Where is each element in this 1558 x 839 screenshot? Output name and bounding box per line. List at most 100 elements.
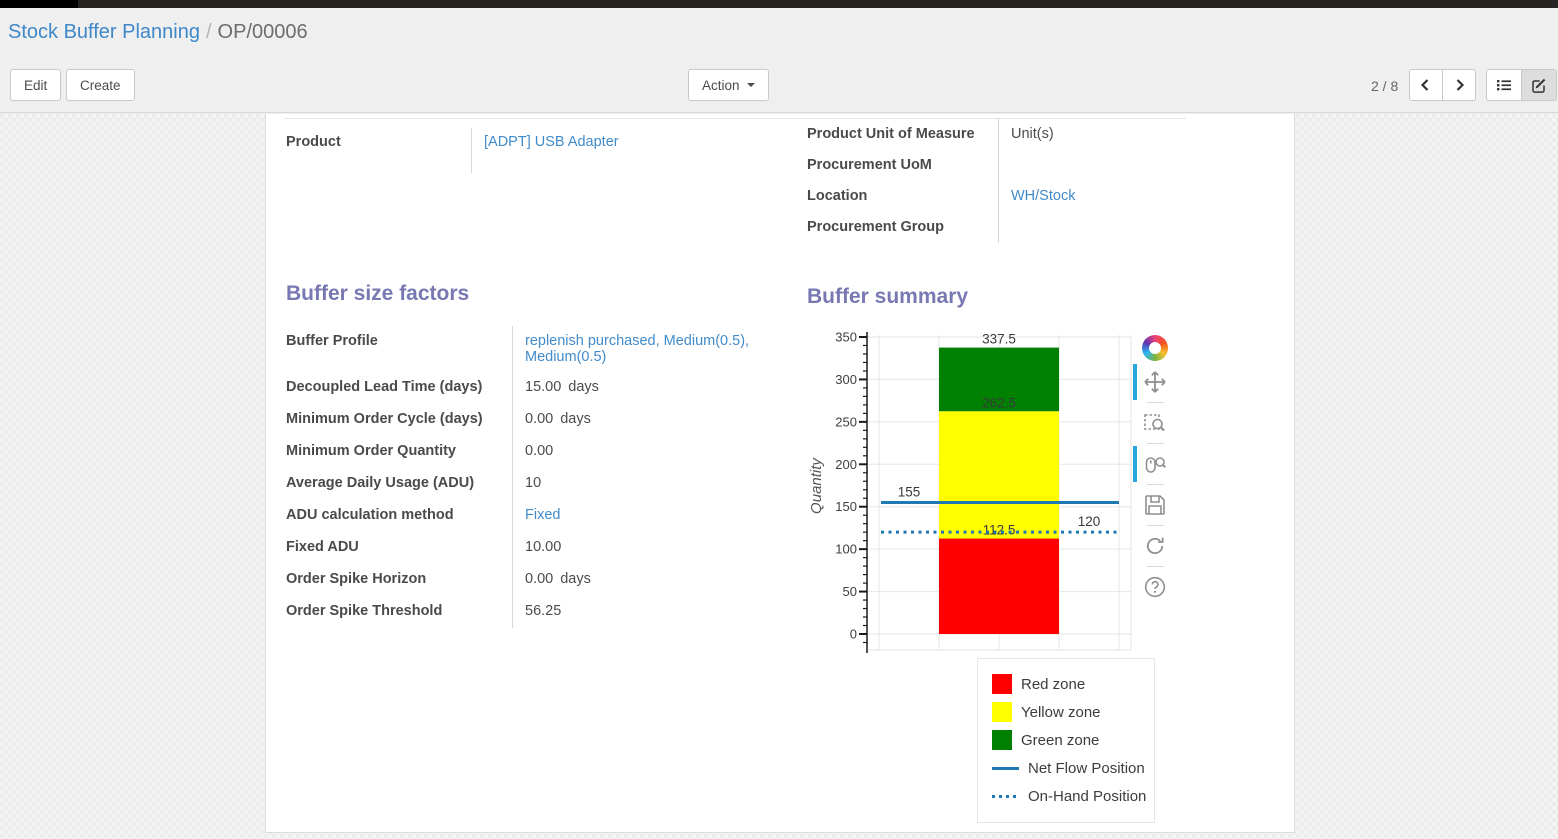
fixed-adu-label: Fixed ADU — [286, 532, 512, 564]
adu-label: Average Daily Usage (ADU) — [286, 468, 512, 500]
breadcrumb-parent-link[interactable]: Stock Buffer Planning — [8, 21, 200, 43]
yellow-zone-bar — [939, 411, 1059, 538]
moc-suffix: days — [560, 411, 591, 427]
bokeh-toolbar — [1138, 331, 1172, 604]
y-tick-label: 150 — [835, 499, 857, 514]
y-tick-label: 100 — [835, 542, 857, 557]
buffer-chart-svg[interactable]: 112.5262.5337.51551200501001502002503003… — [801, 330, 1169, 660]
chevron-left-icon — [1418, 77, 1434, 93]
y-tick-label: 250 — [835, 414, 857, 429]
dlt-value: 15.00days — [512, 372, 766, 404]
legend-label: On-Hand Position — [1028, 788, 1146, 805]
location-value: WH/Stock — [998, 181, 1207, 212]
moq-value: 0.00 — [512, 436, 766, 468]
spike-horizon-label: Order Spike Horizon — [286, 564, 512, 596]
toolbar-separator — [1147, 566, 1164, 567]
chevron-right-icon — [1451, 77, 1467, 93]
legend-item-yellow-zone: Yellow zone — [992, 698, 1148, 726]
on-hand-position-swatch — [992, 795, 1019, 798]
view-switcher — [1486, 69, 1557, 101]
y-tick-label: 0 — [850, 627, 857, 642]
buffer-profile-link[interactable]: replenish purchased, Medium(0.5), Medium… — [525, 333, 749, 365]
procurement-group-label: Procurement Group — [807, 212, 998, 243]
bokeh-logo — [1142, 335, 1168, 361]
product-uom-label: Product Unit of Measure — [807, 119, 998, 150]
buffer-size-factors-table: Buffer Profile replenish purchased, Medi… — [286, 326, 766, 628]
procurement-group-value — [998, 212, 1207, 243]
help-tool-icon[interactable] — [1142, 574, 1168, 600]
green-zone-swatch — [992, 730, 1012, 750]
control-panel: Stock Buffer Planning/OP/00006 Edit Crea… — [0, 8, 1558, 113]
buffer-size-factors-title: Buffer size factors — [286, 282, 469, 306]
product-uom-value: Unit(s) — [998, 119, 1207, 150]
y-tick-label: 50 — [843, 584, 857, 599]
form-sheet: Product [ADPT] USB Adapter Product Unit … — [265, 114, 1295, 833]
adu-method-link[interactable]: Fixed — [525, 507, 560, 523]
pan-tool-icon[interactable] — [1142, 369, 1168, 395]
pager-counter: 2 / 8 — [1371, 78, 1398, 94]
bokeh-logo-icon[interactable] — [1142, 335, 1168, 361]
procurement-uom-value — [998, 150, 1207, 181]
legend-label: Green zone — [1021, 732, 1099, 749]
zone-top-value: 112.5 — [983, 523, 1016, 538]
location-label: Location — [807, 181, 998, 212]
product-value: [ADPT] USB Adapter — [471, 128, 786, 173]
legend-item-on-hand-position: On-Hand Position — [992, 782, 1148, 810]
top-bar — [0, 0, 1558, 8]
toolbar-separator — [1147, 402, 1164, 403]
create-button[interactable]: Create — [66, 69, 135, 101]
box-zoom-tool-icon[interactable] — [1142, 410, 1168, 436]
spike-threshold-label: Order Spike Threshold — [286, 596, 512, 628]
breadcrumb-current: OP/00006 — [218, 21, 308, 43]
pager-buttons — [1409, 69, 1476, 101]
toolbar-separator — [1147, 525, 1164, 526]
form-view-button[interactable] — [1521, 69, 1557, 101]
dlt-label: Decoupled Lead Time (days) — [286, 372, 512, 404]
red-zone-bar — [939, 539, 1059, 634]
pager-previous-button[interactable] — [1409, 69, 1443, 101]
action-dropdown-button[interactable]: Action — [688, 69, 769, 101]
toolbar-separator — [1147, 443, 1164, 444]
measure-field-group: Product Unit of Measure Unit(s) Procurem… — [807, 119, 1207, 243]
legend-label: Red zone — [1021, 676, 1085, 693]
list-icon — [1496, 77, 1512, 93]
adu-value: 10 — [512, 468, 766, 500]
list-view-button[interactable] — [1486, 69, 1522, 101]
spike-threshold-value: 56.25 — [512, 596, 766, 628]
legend-item-net-flow-position: Net Flow Position — [992, 754, 1148, 782]
wheel-zoom-tool-icon[interactable] — [1142, 451, 1168, 477]
caret-down-icon — [747, 83, 755, 87]
legend-item-red-zone: Red zone — [992, 670, 1148, 698]
y-axis-label: Quantity — [808, 457, 825, 514]
procurement-uom-label: Procurement UoM — [807, 150, 998, 181]
moq-label: Minimum Order Quantity — [286, 436, 512, 468]
buffer-profile-label: Buffer Profile — [286, 326, 512, 372]
edit-button[interactable]: Edit — [10, 69, 61, 101]
legend-label: Net Flow Position — [1028, 760, 1145, 777]
save-tool-icon[interactable] — [1142, 492, 1168, 518]
zone-top-value: 337.5 — [982, 332, 1016, 347]
product-link[interactable]: [ADPT] USB Adapter — [484, 134, 619, 150]
stock-buffer-planning-page: Stock Buffer Planning/OP/00006 Edit Crea… — [0, 0, 1558, 839]
chart-legend: Red zone Yellow zone Green zone Net Flow Po… — [977, 658, 1155, 823]
line-value-label: 120 — [1078, 514, 1101, 529]
adu-method-label: ADU calculation method — [286, 500, 512, 532]
fixed-adu-value: 10.00 — [512, 532, 766, 564]
moc-number: 0.00 — [525, 411, 553, 427]
zone-top-value: 262.5 — [982, 395, 1016, 410]
y-tick-label: 200 — [835, 457, 857, 472]
location-link[interactable]: WH/Stock — [1011, 188, 1075, 204]
legend-label: Yellow zone — [1021, 704, 1101, 721]
pager-next-button[interactable] — [1442, 69, 1476, 101]
legend-item-green-zone: Green zone — [992, 726, 1148, 754]
buffer-summary-title: Buffer summary — [807, 285, 968, 309]
spike-horizon-number: 0.00 — [525, 571, 553, 587]
toolbar-separator — [1147, 484, 1164, 485]
top-bar-left-segment — [0, 0, 78, 8]
red-zone-swatch — [992, 674, 1012, 694]
spike-horizon-suffix: days — [560, 571, 591, 587]
product-field-group: Product [ADPT] USB Adapter — [286, 128, 786, 173]
buffer-summary-chart[interactable]: 112.5262.5337.51551200501001502002503003… — [801, 330, 1169, 660]
yellow-zone-swatch — [992, 702, 1012, 722]
reset-tool-icon[interactable] — [1142, 533, 1168, 559]
